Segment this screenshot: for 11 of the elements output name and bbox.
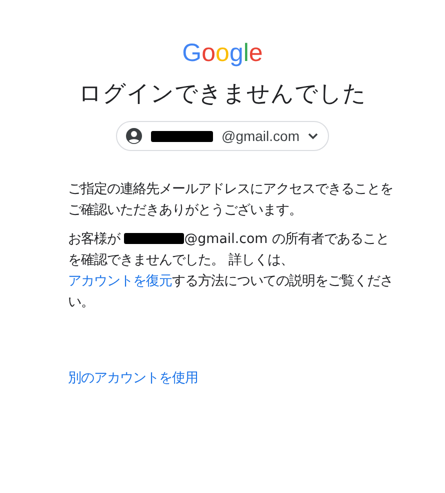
account-chip[interactable]: @gmail.com [116,121,328,151]
recover-account-link[interactable]: アカウントを復元 [68,274,172,289]
account-icon [125,127,144,145]
chevron-down-icon [308,132,318,140]
google-logo: Google [182,38,263,68]
message-paragraph: ご指定の連絡先メールアドレスにアクセスできることをご確認いただきありがとうございます。 [68,180,393,220]
message-paragraph: お客様が @gmail.com の所有者であることを確認できませんでした。 詳しくは、 アカウントを復元する方法についての説明をご覧ください。 [68,230,393,312]
account-email: @gmail.com [221,128,300,144]
use-another-account-link[interactable]: 別のアカウントを使用 [68,369,198,387]
redaction-bar [124,233,184,244]
page-title: ログインできませんでした [78,80,366,109]
